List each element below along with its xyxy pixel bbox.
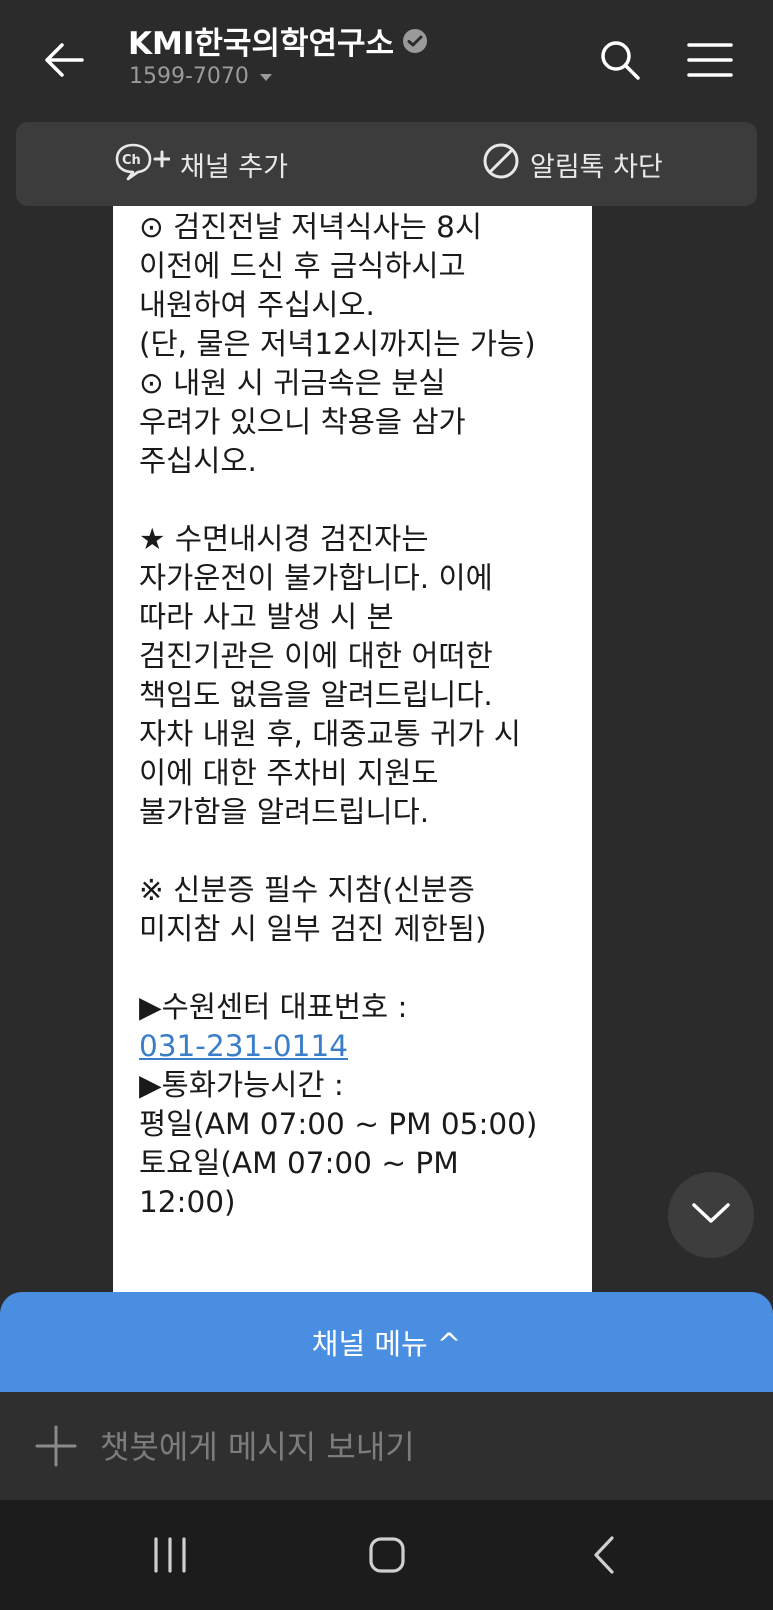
home-icon[interactable] bbox=[357, 1525, 417, 1585]
plus-icon[interactable] bbox=[28, 1418, 84, 1474]
add-channel-button[interactable]: Ch 채널 추가 bbox=[114, 122, 288, 206]
message-input-bar: 챗봇에게 메시지 보내기 bbox=[0, 1392, 773, 1500]
svg-text:Ch: Ch bbox=[122, 153, 141, 168]
message-text: ⊙ 검진전날 저녁식사는 8시 이전에 드신 후 금식하시고 내원하여 주십시오… bbox=[139, 208, 579, 1222]
hamburger-menu-icon[interactable] bbox=[682, 34, 738, 86]
channel-phone: 1599-7070 bbox=[129, 64, 249, 89]
channel-title: KMI한국의학연구소 bbox=[128, 18, 428, 63]
app-header: KMI한국의학연구소 1599-7070 bbox=[0, 0, 773, 118]
channel-add-icon: Ch bbox=[114, 141, 171, 188]
block-icon bbox=[482, 142, 520, 187]
chevron-down-icon bbox=[259, 64, 273, 89]
search-icon[interactable] bbox=[592, 32, 648, 88]
block-alerts-button[interactable]: 알림톡 차단 bbox=[482, 122, 663, 206]
chevron-down-icon bbox=[691, 1201, 731, 1229]
recent-apps-icon[interactable] bbox=[140, 1525, 200, 1585]
channel-action-bar: Ch 채널 추가 알림톡 차단 bbox=[16, 122, 757, 206]
back-arrow-icon[interactable] bbox=[38, 34, 90, 86]
message-paragraph: ⊙ 내원 시 귀금속은 분실 우려가 있으니 착용을 삼가 주십시오. bbox=[139, 366, 466, 478]
add-channel-label: 채널 추가 bbox=[180, 151, 288, 183]
channel-name: KMI한국의학연구소 bbox=[128, 26, 395, 62]
system-nav-bar bbox=[0, 1500, 773, 1610]
message-paragraph: ▶수원센터 대표번호 : bbox=[139, 990, 408, 1024]
scroll-down-button[interactable] bbox=[668, 1172, 754, 1258]
channel-menu-label: 채널 메뉴 ^ bbox=[311, 1327, 462, 1361]
phone-number-link[interactable]: 031-231-0114 bbox=[139, 1027, 579, 1066]
block-alerts-label: 알림톡 차단 bbox=[530, 151, 663, 183]
message-paragraph: ⊙ 검진전날 저녁식사는 8시 이전에 드신 후 금식하시고 내원하여 주십시오… bbox=[139, 210, 536, 361]
nav-back-icon[interactable] bbox=[574, 1525, 634, 1585]
channel-menu-button[interactable]: 채널 메뉴 ^ bbox=[0, 1292, 773, 1392]
message-bubble: ⊙ 검진전날 저녁식사는 8시 이전에 드신 후 금식하시고 내원하여 주십시오… bbox=[113, 206, 592, 1292]
channel-phone-dropdown[interactable]: 1599-7070 bbox=[129, 64, 273, 89]
message-input[interactable]: 챗봇에게 메시지 보내기 bbox=[100, 1422, 415, 1468]
message-paragraph: ★ 수면내시경 검진자는 자가운전이 불가합니다. 이에 따라 사고 발생 시 … bbox=[139, 522, 521, 829]
verified-badge-icon bbox=[402, 28, 428, 54]
message-paragraph: ▶통화가능시간 : 평일(AM 07:00 ~ PM 05:00) 토요일(AM… bbox=[139, 1068, 538, 1219]
message-paragraph: ※ 신분증 필수 지참(신분증 미지참 시 일부 검진 제한됨) bbox=[139, 873, 487, 946]
